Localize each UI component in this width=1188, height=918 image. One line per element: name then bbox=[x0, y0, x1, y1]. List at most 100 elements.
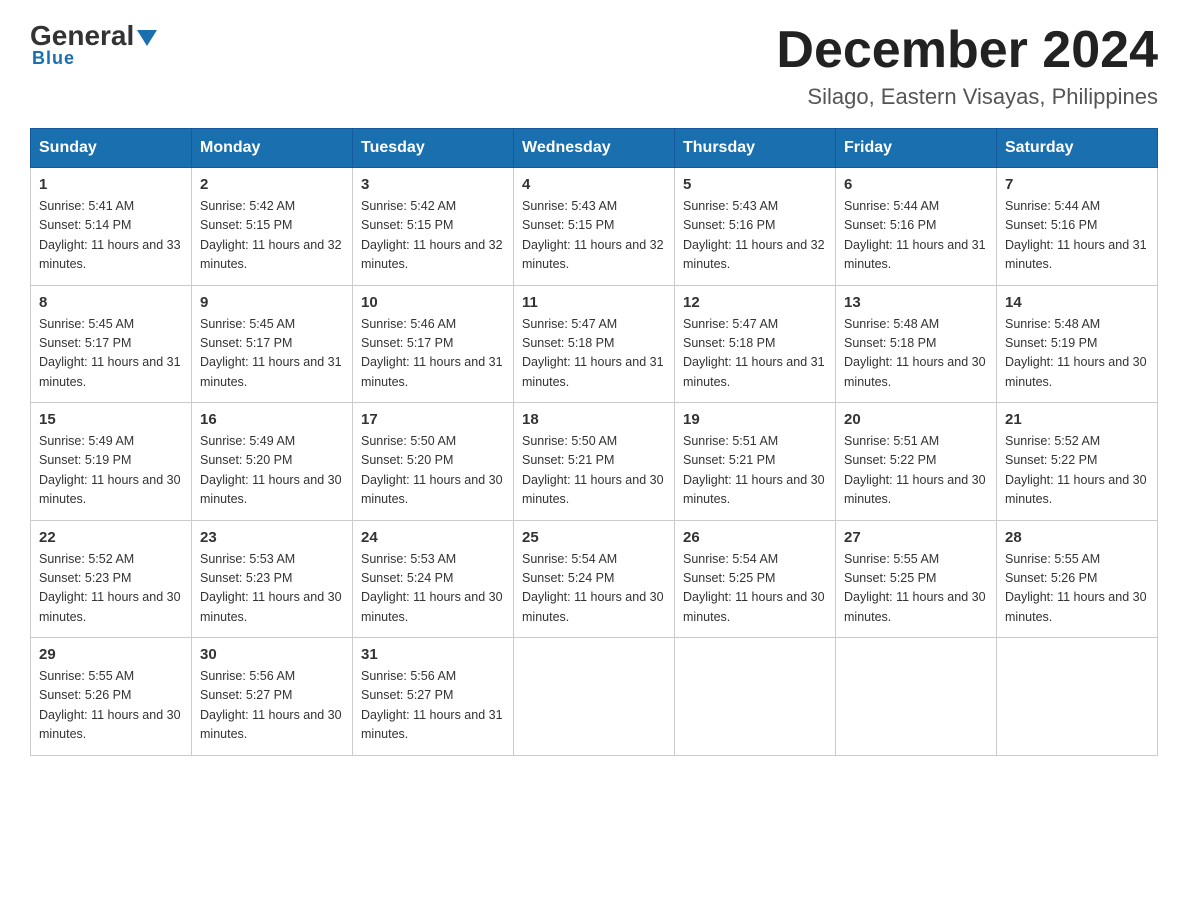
calendar-week-row: 22 Sunrise: 5:52 AMSunset: 5:23 PMDayligh… bbox=[31, 520, 1158, 638]
day-number: 21 bbox=[1005, 411, 1149, 428]
col-header-thursday: Thursday bbox=[675, 129, 836, 168]
calendar-cell: 2Sunrise: 5:42 AMSunset: 5:15 PMDaylight… bbox=[192, 168, 353, 286]
day-number: 26 bbox=[683, 529, 827, 546]
calendar-cell: 12 Sunrise: 5:47 AMSunset: 5:18 PMDayligh… bbox=[675, 285, 836, 403]
logo-triangle-icon bbox=[137, 30, 157, 46]
day-info: Sunrise: 5:56 AMSunset: 5:27 PMDaylight:… bbox=[200, 667, 344, 745]
calendar-cell: 5Sunrise: 5:43 AMSunset: 5:16 PMDaylight… bbox=[675, 168, 836, 286]
day-number: 30 bbox=[200, 646, 344, 663]
day-number: 28 bbox=[1005, 529, 1149, 546]
day-number: 11 bbox=[522, 294, 666, 311]
day-number: 8 bbox=[39, 294, 183, 311]
col-header-wednesday: Wednesday bbox=[514, 129, 675, 168]
day-number: 20 bbox=[844, 411, 988, 428]
day-info: Sunrise: 5:55 AMSunset: 5:26 PMDaylight:… bbox=[1005, 550, 1149, 628]
day-info: Sunrise: 5:54 AMSunset: 5:24 PMDaylight:… bbox=[522, 550, 666, 628]
day-info: Sunrise: 5:50 AMSunset: 5:20 PMDaylight:… bbox=[361, 432, 505, 510]
calendar-cell: 14 Sunrise: 5:48 AMSunset: 5:19 PMDayligh… bbox=[997, 285, 1158, 403]
day-number: 5 bbox=[683, 176, 827, 193]
day-number: 3 bbox=[361, 176, 505, 193]
day-number: 18 bbox=[522, 411, 666, 428]
day-info: Sunrise: 5:41 AMSunset: 5:14 PMDaylight:… bbox=[39, 197, 183, 275]
col-header-friday: Friday bbox=[836, 129, 997, 168]
day-info: Sunrise: 5:47 AMSunset: 5:18 PMDaylight:… bbox=[683, 315, 827, 393]
day-info: Sunrise: 5:49 AMSunset: 5:19 PMDaylight:… bbox=[39, 432, 183, 510]
day-number: 13 bbox=[844, 294, 988, 311]
day-number: 9 bbox=[200, 294, 344, 311]
calendar-cell bbox=[836, 638, 997, 756]
calendar-week-row: 1 Sunrise: 5:41 AMSunset: 5:14 PMDaylight… bbox=[31, 168, 1158, 286]
col-header-saturday: Saturday bbox=[997, 129, 1158, 168]
day-number: 25 bbox=[522, 529, 666, 546]
month-title: December 2024 bbox=[776, 20, 1158, 80]
day-number: 29 bbox=[39, 646, 183, 663]
day-info: Sunrise: 5:53 AMSunset: 5:23 PMDaylight:… bbox=[200, 550, 344, 628]
day-info: Sunrise: 5:49 AMSunset: 5:20 PMDaylight:… bbox=[200, 432, 344, 510]
day-info: Sunrise: 5:56 AMSunset: 5:27 PMDaylight:… bbox=[361, 667, 505, 745]
calendar-week-row: 8 Sunrise: 5:45 AMSunset: 5:17 PMDaylight… bbox=[31, 285, 1158, 403]
day-number: 12 bbox=[683, 294, 827, 311]
day-number: 2 bbox=[200, 176, 344, 193]
calendar-cell: 4 Sunrise: 5:43 AMSunset: 5:15 PMDaylight… bbox=[514, 168, 675, 286]
day-number: 22 bbox=[39, 529, 183, 546]
day-info: Sunrise: 5:52 AMSunset: 5:23 PMDaylight:… bbox=[39, 550, 183, 628]
day-number: 23 bbox=[200, 529, 344, 546]
calendar-cell bbox=[514, 638, 675, 756]
calendar-cell: 25 Sunrise: 5:54 AMSunset: 5:24 PMDayligh… bbox=[514, 520, 675, 638]
calendar-cell: 31 Sunrise: 5:56 AMSunset: 5:27 PMDayligh… bbox=[353, 638, 514, 756]
calendar-cell: 11Sunrise: 5:47 AMSunset: 5:18 PMDayligh… bbox=[514, 285, 675, 403]
calendar-cell: 21 Sunrise: 5:52 AMSunset: 5:22 PMDayligh… bbox=[997, 403, 1158, 521]
calendar-cell: 13 Sunrise: 5:48 AMSunset: 5:18 PMDayligh… bbox=[836, 285, 997, 403]
day-number: 6 bbox=[844, 176, 988, 193]
day-info: Sunrise: 5:52 AMSunset: 5:22 PMDaylight:… bbox=[1005, 432, 1149, 510]
calendar-cell: 10Sunrise: 5:46 AMSunset: 5:17 PMDayligh… bbox=[353, 285, 514, 403]
logo-blue-label: Blue bbox=[30, 48, 75, 69]
day-info: Sunrise: 5:48 AMSunset: 5:18 PMDaylight:… bbox=[844, 315, 988, 393]
calendar-cell: 27Sunrise: 5:55 AMSunset: 5:25 PMDayligh… bbox=[836, 520, 997, 638]
calendar-cell: 8 Sunrise: 5:45 AMSunset: 5:17 PMDaylight… bbox=[31, 285, 192, 403]
day-info: Sunrise: 5:51 AMSunset: 5:22 PMDaylight:… bbox=[844, 432, 988, 510]
title-block: December 2024 Silago, Eastern Visayas, P… bbox=[776, 20, 1158, 110]
calendar-cell: 26Sunrise: 5:54 AMSunset: 5:25 PMDayligh… bbox=[675, 520, 836, 638]
day-number: 7 bbox=[1005, 176, 1149, 193]
day-number: 4 bbox=[522, 176, 666, 193]
day-info: Sunrise: 5:45 AMSunset: 5:17 PMDaylight:… bbox=[200, 315, 344, 393]
calendar-cell: 15 Sunrise: 5:49 AMSunset: 5:19 PMDayligh… bbox=[31, 403, 192, 521]
day-info: Sunrise: 5:55 AMSunset: 5:25 PMDaylight:… bbox=[844, 550, 988, 628]
calendar-cell: 22 Sunrise: 5:52 AMSunset: 5:23 PMDayligh… bbox=[31, 520, 192, 638]
calendar-cell: 23 Sunrise: 5:53 AMSunset: 5:23 PMDayligh… bbox=[192, 520, 353, 638]
col-header-tuesday: Tuesday bbox=[353, 129, 514, 168]
calendar-cell: 9 Sunrise: 5:45 AMSunset: 5:17 PMDaylight… bbox=[192, 285, 353, 403]
calendar-table: SundayMondayTuesdayWednesdayThursdayFrid… bbox=[30, 128, 1158, 756]
day-number: 17 bbox=[361, 411, 505, 428]
day-number: 19 bbox=[683, 411, 827, 428]
day-info: Sunrise: 5:44 AMSunset: 5:16 PMDaylight:… bbox=[1005, 197, 1149, 275]
calendar-cell: 18Sunrise: 5:50 AMSunset: 5:21 PMDayligh… bbox=[514, 403, 675, 521]
day-info: Sunrise: 5:48 AMSunset: 5:19 PMDaylight:… bbox=[1005, 315, 1149, 393]
calendar-cell: 28 Sunrise: 5:55 AMSunset: 5:26 PMDayligh… bbox=[997, 520, 1158, 638]
day-number: 15 bbox=[39, 411, 183, 428]
calendar-cell: 30 Sunrise: 5:56 AMSunset: 5:27 PMDayligh… bbox=[192, 638, 353, 756]
day-number: 14 bbox=[1005, 294, 1149, 311]
day-info: Sunrise: 5:43 AMSunset: 5:15 PMDaylight:… bbox=[522, 197, 666, 275]
calendar-cell: 1 Sunrise: 5:41 AMSunset: 5:14 PMDaylight… bbox=[31, 168, 192, 286]
location-title: Silago, Eastern Visayas, Philippines bbox=[776, 84, 1158, 110]
day-info: Sunrise: 5:44 AMSunset: 5:16 PMDaylight:… bbox=[844, 197, 988, 275]
calendar-cell: 16 Sunrise: 5:49 AMSunset: 5:20 PMDayligh… bbox=[192, 403, 353, 521]
calendar-cell bbox=[997, 638, 1158, 756]
day-info: Sunrise: 5:53 AMSunset: 5:24 PMDaylight:… bbox=[361, 550, 505, 628]
calendar-week-row: 29Sunrise: 5:55 AMSunset: 5:26 PMDayligh… bbox=[31, 638, 1158, 756]
calendar-cell: 20 Sunrise: 5:51 AMSunset: 5:22 PMDayligh… bbox=[836, 403, 997, 521]
calendar-cell: 29Sunrise: 5:55 AMSunset: 5:26 PMDayligh… bbox=[31, 638, 192, 756]
day-info: Sunrise: 5:46 AMSunset: 5:17 PMDaylight:… bbox=[361, 315, 505, 393]
day-info: Sunrise: 5:42 AMSunset: 5:15 PMDaylight:… bbox=[361, 197, 505, 275]
calendar-cell bbox=[675, 638, 836, 756]
calendar-header-row: SundayMondayTuesdayWednesdayThursdayFrid… bbox=[31, 129, 1158, 168]
calendar-week-row: 15 Sunrise: 5:49 AMSunset: 5:19 PMDayligh… bbox=[31, 403, 1158, 521]
day-info: Sunrise: 5:51 AMSunset: 5:21 PMDaylight:… bbox=[683, 432, 827, 510]
day-info: Sunrise: 5:45 AMSunset: 5:17 PMDaylight:… bbox=[39, 315, 183, 393]
day-number: 31 bbox=[361, 646, 505, 663]
day-number: 16 bbox=[200, 411, 344, 428]
day-number: 1 bbox=[39, 176, 183, 193]
logo: General Blue bbox=[30, 20, 157, 69]
